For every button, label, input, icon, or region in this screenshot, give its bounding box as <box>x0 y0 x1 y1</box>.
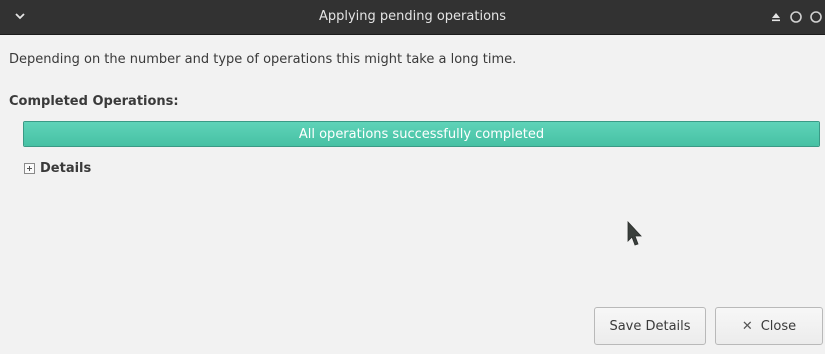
close-icon: ✕ <box>741 318 753 334</box>
progress-bar: All operations successfully completed <box>23 121 820 147</box>
mouse-cursor-icon <box>627 221 642 246</box>
save-details-button[interactable]: Save Details <box>594 307 706 345</box>
close-button[interactable]: ✕ Close <box>715 307 823 345</box>
dialog-content: Depending on the number and type of oper… <box>0 35 825 354</box>
eject-icon[interactable] <box>769 10 783 24</box>
completed-operations-label: Completed Operations: <box>9 94 179 109</box>
expander-plus-icon[interactable] <box>24 162 35 174</box>
description-text: Depending on the number and type of oper… <box>9 52 517 67</box>
details-expander[interactable]: Details <box>24 159 91 177</box>
titlebar[interactable]: Applying pending operations <box>0 0 825 35</box>
close-label: Close <box>760 318 797 334</box>
save-details-label: Save Details <box>609 318 691 334</box>
progress-text: All operations successfully completed <box>298 127 545 142</box>
minimize-icon[interactable] <box>789 10 803 24</box>
dialog-window: Applying pending operations Depending on… <box>0 0 825 354</box>
close-circle-icon[interactable] <box>809 10 823 24</box>
window-title: Applying pending operations <box>318 9 507 24</box>
details-label: Details <box>40 160 92 176</box>
